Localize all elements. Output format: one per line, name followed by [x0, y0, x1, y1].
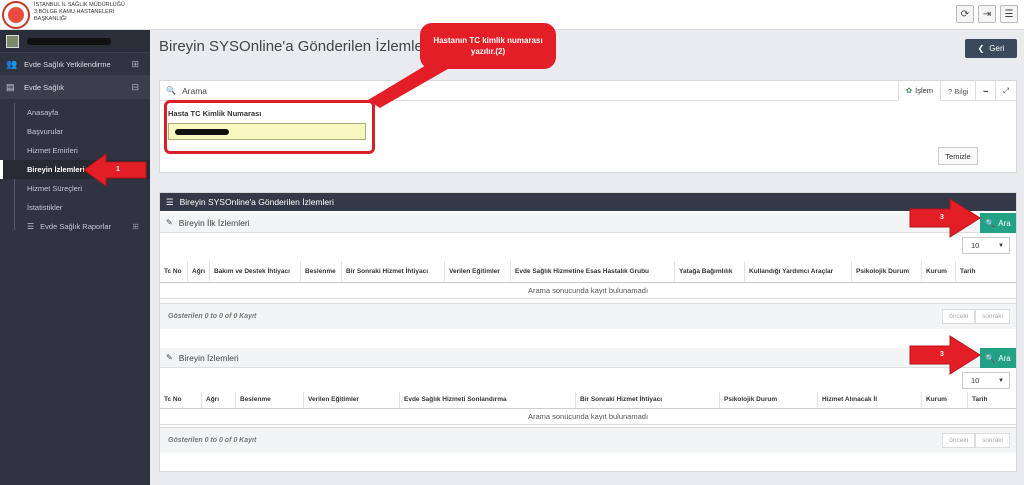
- step-1-label: 1: [116, 166, 120, 173]
- table-footer: Gösterilen 0 to 0 of 0 Kayıt önceki sonr…: [160, 303, 1016, 329]
- column-header[interactable]: Ağrı: [202, 392, 236, 408]
- organization-name: İSTANBUL İL SAĞLIK MÜDÜRLÜĞÜ 3.BÖLGE KAM…: [34, 2, 125, 22]
- column-header[interactable]: Beslenme: [236, 392, 304, 408]
- page-title: Bireyin SYSOnline'a Gönderilen İzlemleri: [159, 38, 432, 55]
- gear-icon: ✿: [905, 86, 913, 95]
- menu-icon[interactable]: ☰: [1000, 5, 1018, 23]
- expand-icon: ⊞: [132, 222, 139, 231]
- column-header[interactable]: Beslenme: [301, 261, 342, 282]
- first-follow-ups-table: Tc No Ağrı Bakım ve Destek İhtiyacı Besl…: [160, 261, 1016, 299]
- ministry-logo: [2, 1, 30, 29]
- collapse-icon: ⊟: [131, 81, 139, 92]
- main-content: Bireyin SYSOnline'a Gönderilen İzlemleri…: [150, 30, 1024, 485]
- column-header[interactable]: Kurum: [922, 261, 956, 282]
- next-page-button[interactable]: sonraki: [975, 309, 1010, 324]
- sidebar-item-istatistikler[interactable]: İstatistikler: [0, 198, 150, 217]
- sidebar-item-basvurular[interactable]: Başvurular: [0, 122, 150, 141]
- clipboard-icon: ▤: [6, 81, 15, 92]
- prev-page-button[interactable]: önceki: [942, 433, 976, 448]
- column-header[interactable]: Evde Sağlık Hizmeti Sonlandırma: [400, 392, 576, 408]
- column-header[interactable]: Tc No: [160, 261, 188, 282]
- search-icon: 🔍: [166, 86, 176, 95]
- column-header[interactable]: Tarih: [956, 261, 1016, 282]
- follow-ups-table: Tc No Ağrı Beslenme Verilen Eğitimler Ev…: [160, 392, 1016, 425]
- sidebar-item-evde-saglik-yetkilendirme[interactable]: 👥 Evde Sağlık Yetkilendirme ⊞: [0, 53, 150, 76]
- tc-kimlik-input[interactable]: [168, 123, 366, 140]
- tc-value-redacted: [175, 129, 229, 135]
- column-header[interactable]: Psikolojik Durum: [720, 392, 818, 408]
- column-header[interactable]: Kurum: [922, 392, 968, 408]
- minimize-icon[interactable]: ━: [975, 81, 995, 101]
- avatar: [6, 34, 19, 48]
- step-3-label: 3: [940, 214, 944, 221]
- follow-ups-panel: ✎ Bireyin İzlemleri 🔍 Ara 10 ▼ Tc No Ağrı …: [160, 348, 1016, 473]
- column-header[interactable]: Tc No: [160, 392, 202, 408]
- search-button[interactable]: 🔍 Ara: [980, 213, 1016, 233]
- tab-bilgi[interactable]: ? Bilgi: [940, 81, 975, 101]
- column-header[interactable]: Bir Sonraki Hizmet İhtiyacı: [576, 392, 720, 408]
- edit-icon: ✎: [166, 353, 173, 362]
- column-header[interactable]: Bakım ve Destek İhtiyacı: [210, 261, 301, 282]
- search-icon: 🔍: [985, 353, 996, 363]
- edit-icon: ✎: [166, 218, 173, 227]
- column-header[interactable]: Evde Sağlık Hizmetine Esas Hastalık Grub…: [511, 261, 675, 282]
- chevron-left-icon: ❮: [977, 44, 985, 53]
- step-3-label: 3: [940, 351, 944, 358]
- record-count: Gösterilen 0 to 0 of 0 Kayıt: [168, 313, 257, 320]
- results-panel: ☰ Bireyin SYSOnline'a Gönderilen İzlemle…: [159, 192, 1017, 472]
- column-header[interactable]: Verilen Eğitimler: [304, 392, 400, 408]
- search-box: 🔍 Arama ✿ İşlem ? Bilgi ━ ⤢ Hasta TC Kiml…: [159, 80, 1017, 173]
- step-3-arrow: [909, 198, 981, 238]
- caret-down-icon: ▼: [998, 377, 1004, 384]
- search-icon: 🔍: [985, 218, 996, 228]
- empty-message: Arama sonucunda kayıt bulunamadı: [160, 283, 1016, 299]
- column-header[interactable]: Ağrı: [188, 261, 210, 282]
- logout-icon[interactable]: ⇥: [978, 5, 996, 23]
- page-size-select[interactable]: 10 ▼: [962, 237, 1010, 254]
- sidebar-item-evde-saglik-raporlar[interactable]: ☰ Evde Sağlık Raporlar ⊞: [0, 217, 150, 236]
- record-count: Gösterilen 0 to 0 of 0 Kayıt: [168, 437, 257, 444]
- column-header[interactable]: Verilen Eğitimler: [445, 261, 511, 282]
- tab-islem[interactable]: ✿ İşlem: [897, 81, 941, 101]
- caret-down-icon: ▼: [998, 242, 1004, 249]
- next-page-button[interactable]: sonraki: [975, 433, 1010, 448]
- search-button[interactable]: 🔍 Ara: [980, 348, 1016, 368]
- column-header[interactable]: Tarih: [968, 392, 1016, 408]
- tc-field-label: Hasta TC Kimlik Numarası: [168, 109, 262, 118]
- step-3-arrow: [909, 335, 981, 375]
- users-icon: 👥: [6, 58, 18, 69]
- column-header[interactable]: Bir Sonraki Hizmet İhtiyacı: [342, 261, 445, 282]
- expand-icon: ⊞: [131, 58, 139, 69]
- back-button[interactable]: ❮ Geri: [965, 39, 1017, 58]
- expand-window-icon[interactable]: ⤢: [995, 81, 1016, 101]
- list-icon: ☰: [27, 222, 35, 231]
- user-name-redacted: [27, 37, 111, 45]
- clear-button[interactable]: Temizle: [938, 147, 978, 165]
- list-icon: ☰: [166, 196, 174, 207]
- user-panel: [0, 30, 150, 53]
- prev-page-button[interactable]: önceki: [942, 309, 976, 324]
- table-footer: Gösterilen 0 to 0 of 0 Kayıt önceki sonr…: [160, 427, 1016, 453]
- callout-pointer: [368, 58, 460, 108]
- sidebar-item-evde-saglik[interactable]: ▤ Evde Sağlık ⊟: [0, 76, 150, 99]
- empty-message: Arama sonucunda kayıt bulunamadı: [160, 409, 1016, 425]
- refresh-icon[interactable]: ⟳: [956, 5, 974, 23]
- column-header[interactable]: Yatağa Bağımlılık: [675, 261, 745, 282]
- sidebar: 👥 Evde Sağlık Yetkilendirme ⊞ ▤ Evde Sağ…: [0, 30, 150, 485]
- column-header[interactable]: Kullandığı Yardımcı Araçlar: [745, 261, 852, 282]
- column-header[interactable]: Psikolojik Durum: [852, 261, 922, 282]
- first-follow-ups-panel: ✎ Bireyin İlk İzlemleri 🔍 Ara 10 ▼ Tc No A…: [160, 213, 1016, 329]
- sidebar-item-anasayfa[interactable]: Anasayfa: [0, 103, 150, 122]
- column-header[interactable]: Hizmet Alınacak İl: [818, 392, 922, 408]
